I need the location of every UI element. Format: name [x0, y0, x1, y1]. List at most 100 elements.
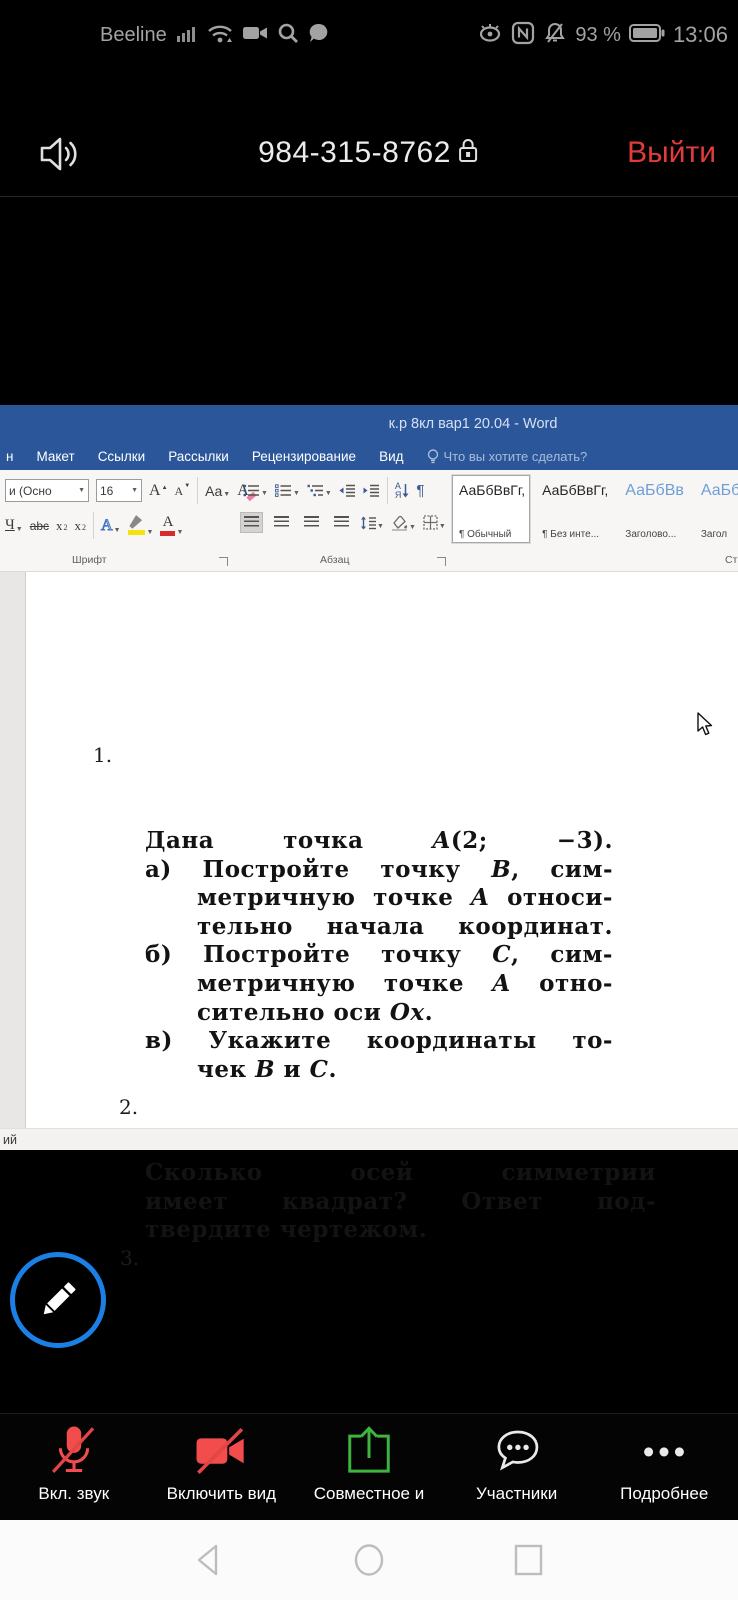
phone-screen: Beeline	[0, 0, 738, 1600]
tell-me-box[interactable]: Что вы хотите сделать?	[427, 449, 588, 464]
leave-meeting-button[interactable]: Выйти	[627, 136, 716, 170]
style-normal[interactable]: АаБбВвГг, ¶ Обычный	[452, 475, 530, 543]
divider	[93, 512, 94, 539]
bullet-list-button[interactable]: ▼	[243, 484, 268, 497]
word-ribbon-tabs: н Макет Ссылки Рассылки Рецензирование В…	[0, 443, 738, 470]
list-number-1: 1.	[93, 743, 112, 767]
document-line: метричнуюточкеAотно-	[145, 970, 613, 999]
tab-references[interactable]: Ссылки	[98, 449, 146, 464]
participants-icon	[488, 1422, 546, 1480]
tab-view[interactable]: Вид	[379, 449, 403, 464]
share-screen-button[interactable]: Совместное и	[295, 1414, 443, 1520]
participants-button[interactable]: Участники	[443, 1414, 591, 1520]
list-number-3: 3.	[120, 1246, 139, 1270]
zoom-bottom-toolbar: Вкл. звук Включить вид Совместное и Учас…	[0, 1413, 738, 1520]
start-video-button[interactable]: Включить вид	[148, 1414, 296, 1520]
eye-comfort-icon	[477, 22, 503, 49]
status-bar-left: Beeline	[100, 22, 330, 49]
document-line: ДанаточкаA(2;−3).	[145, 827, 613, 856]
multilevel-list-button[interactable]: ▼	[307, 484, 332, 497]
paragraph-group-label: Абзац	[320, 554, 349, 566]
list-number-2: 2.	[119, 1095, 138, 1119]
nav-home-button[interactable]	[349, 1540, 389, 1580]
carrier-label: Beeline	[100, 24, 167, 47]
font-dialog-launcher-icon[interactable]	[219, 557, 228, 566]
document-line: в)Укажитекоординатыто-	[145, 1027, 613, 1056]
line-spacing-button[interactable]: ▼	[360, 516, 384, 530]
align-center-button[interactable]	[270, 512, 293, 533]
strikethrough-button[interactable]: abc	[30, 520, 49, 532]
lightbulb-icon	[427, 449, 439, 464]
document-line: чек B и C.	[145, 1056, 613, 1085]
increase-indent-button[interactable]	[363, 484, 380, 497]
nfc-icon	[511, 21, 535, 50]
problem-2-text: Сколькоосейсимметрииимеетквадрат?Ответпо…	[145, 1159, 656, 1245]
sort-button[interactable]: АЯ	[395, 482, 410, 500]
nav-recents-button[interactable]	[509, 1540, 549, 1580]
nav-back-button[interactable]	[189, 1540, 229, 1580]
document-line: а)ПостройтеточкуB,сим-	[145, 856, 613, 885]
divider	[387, 477, 388, 504]
tab-design-partial[interactable]: н	[6, 449, 13, 464]
subscript-button[interactable]: x2	[56, 519, 68, 532]
superscript-button[interactable]: x2	[75, 519, 87, 532]
chevron-down-icon: ▼	[78, 487, 85, 494]
underline-button[interactable]: Ч▼	[5, 518, 23, 533]
document-page[interactable]: 1. ДанаточкаA(2;−3).а)ПостройтеточкуB,си…	[0, 572, 738, 1128]
document-line: метричнуюточкеAотноси-	[145, 884, 613, 913]
annotate-button[interactable]	[10, 1252, 106, 1348]
word-title-bar: к.р 8кл вар1 20.04 - Word	[0, 405, 738, 443]
style-no-spacing[interactable]: АаБбВвГг, ¶ Без инте...	[535, 475, 613, 543]
highlight-color-button[interactable]: ▼	[128, 516, 154, 536]
more-button[interactable]: Подробнее	[590, 1414, 738, 1520]
word-document-title: к.р 8кл вар1 20.04 - Word	[389, 416, 558, 432]
unmute-button[interactable]: Вкл. звук	[0, 1414, 148, 1520]
borders-button[interactable]: ▼	[423, 515, 446, 530]
grow-font-button[interactable]: A▲	[149, 483, 168, 499]
problem-1-text: ДанаточкаA(2;−3).а)ПостройтеточкуB,сим-м…	[145, 827, 613, 1084]
word-status-language: ий	[3, 1133, 17, 1147]
document-line: сительно оси Ox.	[145, 999, 613, 1028]
android-nav-bar	[0, 1520, 738, 1600]
word-window: к.р 8кл вар1 20.04 - Word н Макет Ссылки…	[0, 405, 738, 1150]
meeting-id: 984-315-8762	[258, 136, 480, 170]
status-bar-right: 93 % 13:06	[477, 21, 728, 50]
align-left-button[interactable]	[240, 512, 263, 533]
paragraph-dialog-launcher-icon[interactable]	[437, 557, 446, 566]
numbered-list-button[interactable]: ▼	[275, 484, 300, 497]
tab-layout[interactable]: Макет	[36, 449, 74, 464]
change-case-button[interactable]: Aa▼	[205, 484, 230, 498]
justify-button[interactable]	[330, 512, 353, 533]
highlighter-icon	[128, 516, 146, 536]
speaker-toggle-button[interactable]	[34, 130, 82, 181]
font-size-select[interactable]: 16▼	[96, 479, 142, 502]
decrease-indent-button[interactable]	[339, 484, 356, 497]
page-margin-strip	[0, 572, 26, 1128]
text-effects-button[interactable]: А▼	[101, 518, 121, 534]
pencil-icon	[35, 1277, 81, 1323]
clock-label: 13:06	[673, 22, 728, 48]
styles-group-label: Сти	[725, 554, 738, 566]
font-color-button[interactable]: А▼	[160, 515, 183, 536]
font-name-select[interactable]: и (Осно▼	[5, 479, 89, 502]
show-formatting-marks-button[interactable]: ¶	[416, 483, 424, 498]
style-heading2[interactable]: АаБб Загол	[694, 475, 738, 543]
tab-mailings[interactable]: Рассылки	[168, 449, 229, 464]
word-status-bar: ий	[0, 1128, 738, 1150]
align-right-button[interactable]	[300, 512, 323, 533]
zoom-meeting-header: 984-315-8762 Выйти	[0, 110, 738, 197]
font-group-label: Шрифт	[72, 554, 107, 566]
back-triangle-icon	[189, 1540, 229, 1580]
document-line: б)ПостройтеточкуC,сим-	[145, 941, 613, 970]
home-circle-icon	[349, 1540, 389, 1580]
shading-button[interactable]: ▼	[391, 515, 416, 531]
share-screen-icon	[341, 1422, 397, 1480]
document-line: имеетквадрат?Ответпод-	[145, 1188, 656, 1217]
message-icon	[308, 22, 330, 49]
search-icon	[277, 22, 299, 49]
encryption-lock-icon	[456, 137, 480, 170]
style-heading1[interactable]: АаБбВв Заголово...	[618, 475, 689, 543]
tab-review[interactable]: Рецензирование	[252, 449, 356, 464]
shrink-font-button[interactable]: A▼	[175, 485, 191, 497]
font-size-value: 16	[100, 484, 113, 498]
